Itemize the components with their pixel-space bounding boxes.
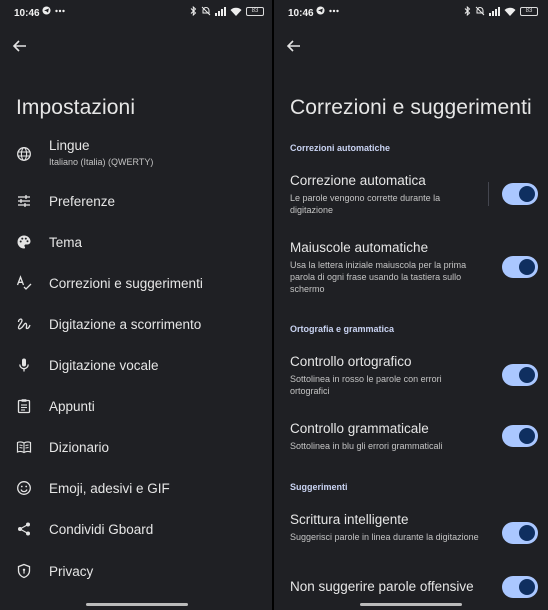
parole-offensive-toggle[interactable] (502, 576, 538, 598)
bluetooth-icon (464, 6, 471, 16)
setting-parole-offensive[interactable]: Non suggerire parole offensive (274, 576, 548, 606)
correzione-automatica-toggle[interactable] (502, 183, 538, 205)
status-bar: 10:46 83 (0, 0, 274, 26)
menu-item-emoji[interactable]: Emoji, adesivi e GIF (0, 468, 272, 508)
setting-description: Sottolinea in rosso le parole con errori… (290, 374, 442, 396)
battery-icon: 83 (520, 6, 538, 16)
menu-item-label: Emoji, adesivi e GIF (49, 481, 170, 496)
setting-description: Usa la lettera iniziale maiuscola per la… (290, 260, 467, 294)
setting-controllo-ortografico[interactable]: Controllo ortografico Sottolinea in ross… (274, 351, 548, 401)
menu-item-lingue[interactable]: Lingue Italiano (Italia) (QWERTY) (0, 134, 272, 178)
menu-item-privacy[interactable]: Privacy (0, 551, 272, 591)
toggle-knob (519, 367, 535, 383)
home-indicator[interactable] (360, 603, 462, 606)
signal-icon (489, 6, 500, 16)
setting-title: Controllo ortografico (290, 354, 412, 369)
menu-item-tema[interactable]: Tema (0, 222, 272, 262)
spellcheck-icon (16, 275, 32, 290)
more-icon (329, 9, 339, 12)
toggle-knob (519, 579, 535, 595)
toggle-knob (519, 428, 535, 444)
menu-item-label: Privacy (49, 564, 94, 579)
menu-item-label: Correzioni e suggerimenti (49, 276, 203, 291)
clipboard-icon (17, 399, 31, 414)
controllo-grammaticale-toggle[interactable] (502, 425, 538, 447)
battery-icon: 83 (246, 6, 264, 16)
setting-title: Correzione automatica (290, 173, 426, 188)
section-header-ortografia: Ortografia e grammatica (290, 324, 395, 334)
home-indicator[interactable] (86, 603, 188, 606)
setting-correzione-automatica[interactable]: Correzione automatica Le parole vengono … (274, 170, 548, 220)
settings-screen: 10:46 83 Impostazioni Lingue Italiano (I… (0, 0, 274, 610)
setting-controllo-grammaticale[interactable]: Controllo grammaticale Sottolinea in blu… (274, 418, 548, 458)
wifi-icon (230, 7, 242, 16)
mute-icon (201, 6, 211, 16)
setting-separator (488, 182, 489, 206)
menu-item-preferenze[interactable]: Preferenze (0, 181, 272, 221)
telegram-icon (42, 6, 51, 15)
setting-description: Suggerisci parole in linea durante la di… (290, 532, 479, 542)
bluetooth-icon (190, 6, 197, 16)
setting-title: Maiuscole automatiche (290, 240, 429, 255)
toggle-knob (519, 525, 535, 541)
menu-item-label: Preferenze (49, 194, 116, 209)
menu-item-correzioni[interactable]: Correzioni e suggerimenti (0, 263, 272, 303)
section-header-correzioni: Correzioni automatiche (290, 143, 391, 153)
menu-item-label: Dizionario (49, 440, 110, 455)
setting-title: Controllo grammaticale (290, 421, 429, 436)
setting-maiuscole-automatiche[interactable]: Maiuscole automatiche Usa la lettera ini… (274, 237, 548, 299)
menu-item-appunti[interactable]: Appunti (0, 386, 272, 426)
gesture-icon (17, 318, 31, 330)
palette-icon (17, 235, 31, 249)
page-title: Correzioni e suggerimenti (290, 96, 532, 119)
menu-item-scorrimento[interactable]: Digitazione a scorrimento (0, 304, 272, 344)
globe-icon (17, 147, 31, 161)
share-icon (18, 522, 30, 536)
menu-item-dizionario[interactable]: Dizionario (0, 427, 272, 467)
menu-item-label: Appunti (49, 399, 95, 414)
system-icons: 83 (464, 6, 538, 16)
notification-icons (42, 6, 65, 15)
menu-item-label: Digitazione vocale (49, 358, 159, 373)
status-time: 10:46 (14, 8, 40, 19)
notification-icons (316, 6, 339, 15)
wifi-icon (504, 7, 516, 16)
setting-title: Non suggerire parole offensive (290, 579, 474, 594)
status-bar: 10:46 83 (274, 0, 548, 26)
corrections-screen: 10:46 83 Correzioni e suggerimenti Corre… (274, 0, 548, 610)
shield-icon (17, 563, 31, 579)
menu-item-label: Tema (49, 235, 83, 250)
emoji-icon (17, 481, 31, 495)
mute-icon (475, 6, 485, 16)
menu-item-label: Digitazione a scorrimento (49, 317, 202, 332)
toggle-knob (519, 186, 535, 202)
section-header-suggerimenti: Suggerimenti (290, 482, 348, 492)
book-icon (16, 441, 32, 454)
controllo-ortografico-toggle[interactable] (502, 364, 538, 386)
more-icon (55, 9, 65, 12)
signal-icon (215, 6, 226, 16)
setting-scrittura-intelligente[interactable]: Scrittura intelligente Suggerisci parole… (274, 509, 548, 559)
page-title: Impostazioni (16, 96, 136, 119)
toggle-knob (519, 259, 535, 275)
setting-description: Sottolinea in blu gli errori grammatical… (290, 441, 443, 451)
status-time: 10:46 (288, 8, 314, 19)
maiuscole-automatiche-toggle[interactable] (502, 256, 538, 278)
sliders-icon (18, 195, 30, 207)
menu-item-label: Lingue (49, 138, 90, 153)
menu-item-vocale[interactable]: Digitazione vocale (0, 345, 272, 385)
telegram-icon (316, 6, 325, 15)
scrittura-intelligente-toggle[interactable] (502, 522, 538, 544)
setting-description: Le parole vengono corrette durante la di… (290, 193, 441, 215)
back-arrow-icon[interactable] (10, 36, 30, 56)
menu-item-sublabel: Italiano (Italia) (QWERTY) (49, 157, 154, 167)
microphone-icon (19, 358, 29, 372)
menu-item-label: Condividi Gboard (49, 522, 154, 537)
system-icons: 83 (190, 6, 264, 16)
back-arrow-icon[interactable] (284, 36, 304, 56)
setting-title: Scrittura intelligente (290, 512, 409, 527)
menu-item-condividi[interactable]: Condividi Gboard (0, 509, 272, 549)
